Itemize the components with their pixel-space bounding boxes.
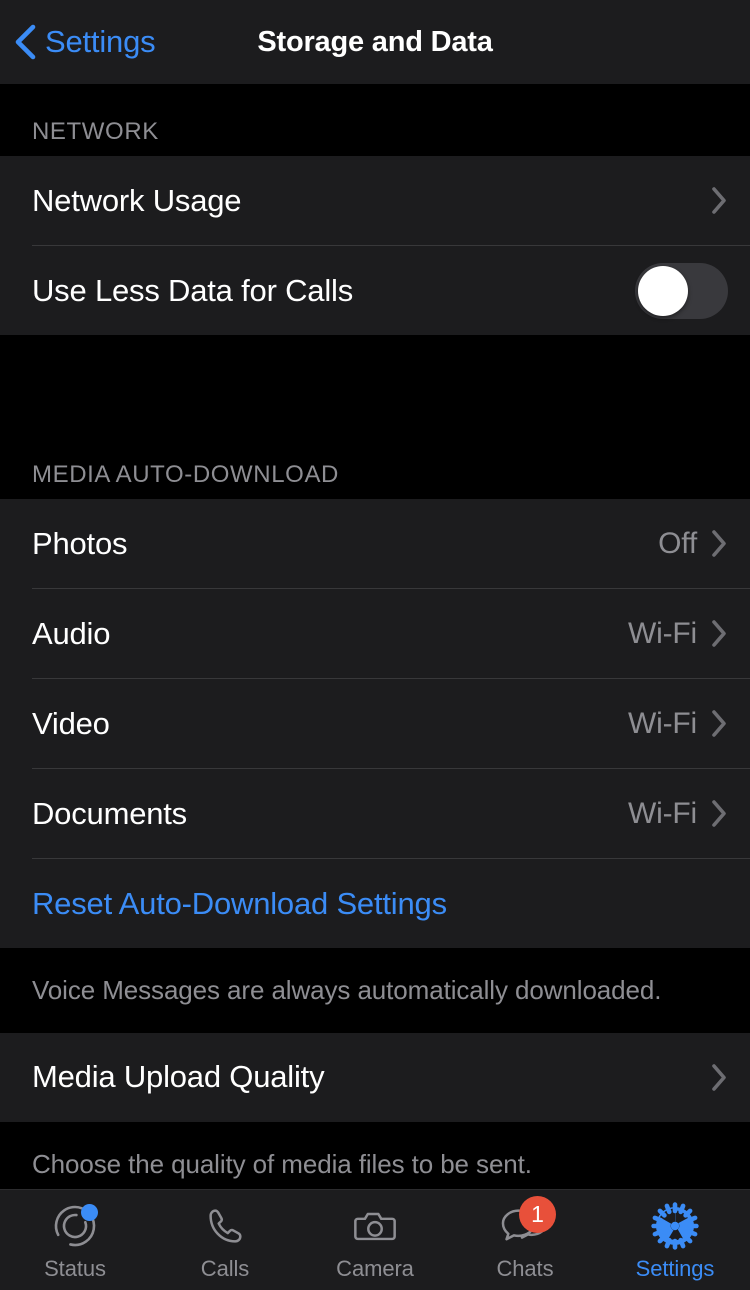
chevron-right-icon <box>711 529 728 558</box>
section-header-media-auto-download: MEDIA AUTO-DOWNLOAD <box>0 399 750 499</box>
row-network-usage[interactable]: Network Usage <box>0 156 750 245</box>
section-gap <box>0 1006 750 1033</box>
media-auto-download-group: Photos Off Audio Wi-Fi Video Wi-Fi Docum… <box>0 499 750 948</box>
media-upload-quality-footnote: Choose the quality of media files to be … <box>0 1121 750 1180</box>
section-gap <box>0 335 750 399</box>
row-value: Wi-Fi <box>628 616 697 650</box>
tab-status[interactable]: Status <box>0 1190 150 1290</box>
row-value: Wi-Fi <box>628 706 697 740</box>
tab-camera[interactable]: Camera <box>300 1190 450 1290</box>
gear-icon <box>646 1202 704 1250</box>
tab-chats[interactable]: 1 Chats <box>450 1190 600 1290</box>
chevron-right-icon <box>711 1063 728 1092</box>
chats-unread-badge: 1 <box>519 1196 556 1233</box>
chevron-right-icon <box>711 186 728 215</box>
storage-and-data-screen: Settings Storage and Data NETWORK Networ… <box>0 0 750 1290</box>
tab-calls[interactable]: Calls <box>150 1190 300 1290</box>
back-button-label: Settings <box>45 24 156 59</box>
chevron-right-icon <box>711 799 728 828</box>
row-label: Video <box>32 705 110 741</box>
row-use-less-data-for-calls[interactable]: Use Less Data for Calls <box>0 246 750 335</box>
media-auto-download-footnote: Voice Messages are always automatically … <box>0 948 750 1007</box>
use-less-data-toggle[interactable] <box>635 262 728 319</box>
camera-icon <box>346 1202 404 1250</box>
row-label: Photos <box>32 525 128 561</box>
media-auto-download-footnote-block: Voice Messages are always automatically … <box>0 948 750 1007</box>
chat-bubbles-icon: 1 <box>496 1196 556 1250</box>
row-label: Documents <box>32 795 187 831</box>
status-dot-badge <box>81 1204 98 1221</box>
row-label: Network Usage <box>32 182 242 218</box>
chevron-right-icon <box>711 619 728 648</box>
tab-settings[interactable]: Settings <box>600 1190 750 1290</box>
row-value: Wi-Fi <box>628 796 697 830</box>
chevron-right-icon <box>711 709 728 738</box>
network-group: Network Usage Use Less Data for Calls <box>0 156 750 335</box>
row-audio[interactable]: Audio Wi-Fi <box>0 589 750 678</box>
row-documents[interactable]: Documents Wi-Fi <box>0 769 750 858</box>
row-label: Audio <box>32 615 111 651</box>
tab-label: Calls <box>200 1256 250 1281</box>
row-label: Media Upload Quality <box>32 1059 325 1094</box>
toggle-knob <box>638 265 688 316</box>
back-to-settings-button[interactable]: Settings <box>0 24 156 60</box>
tab-label: Camera <box>336 1256 414 1281</box>
row-photos[interactable]: Photos Off <box>0 499 750 588</box>
row-value: Off <box>658 526 697 560</box>
navigation-bar: Settings Storage and Data <box>0 0 750 84</box>
status-rings-icon <box>46 1202 104 1250</box>
tab-label: Chats <box>496 1256 554 1281</box>
row-label: Use Less Data for Calls <box>32 272 354 308</box>
row-reset-auto-download-settings[interactable]: Reset Auto-Download Settings <box>0 859 750 948</box>
media-upload-quality-footnote-block: Choose the quality of media files to be … <box>0 1121 750 1180</box>
tab-label: Settings <box>635 1256 715 1281</box>
chevron-left-icon <box>14 24 36 60</box>
tab-bar: Status Calls Camera 1 Chats Settings <box>0 1189 750 1290</box>
phone-icon <box>196 1202 254 1250</box>
section-header-network: NETWORK <box>0 84 750 156</box>
settings-content: NETWORK Network Usage Use Less Data for … <box>0 84 750 1189</box>
media-upload-quality-group: Media Upload Quality <box>0 1032 750 1122</box>
row-media-upload-quality[interactable]: Media Upload Quality <box>0 1033 750 1122</box>
reset-auto-download-label: Reset Auto-Download Settings <box>32 885 447 921</box>
tab-label: Status <box>44 1256 106 1281</box>
row-video[interactable]: Video Wi-Fi <box>0 679 750 768</box>
